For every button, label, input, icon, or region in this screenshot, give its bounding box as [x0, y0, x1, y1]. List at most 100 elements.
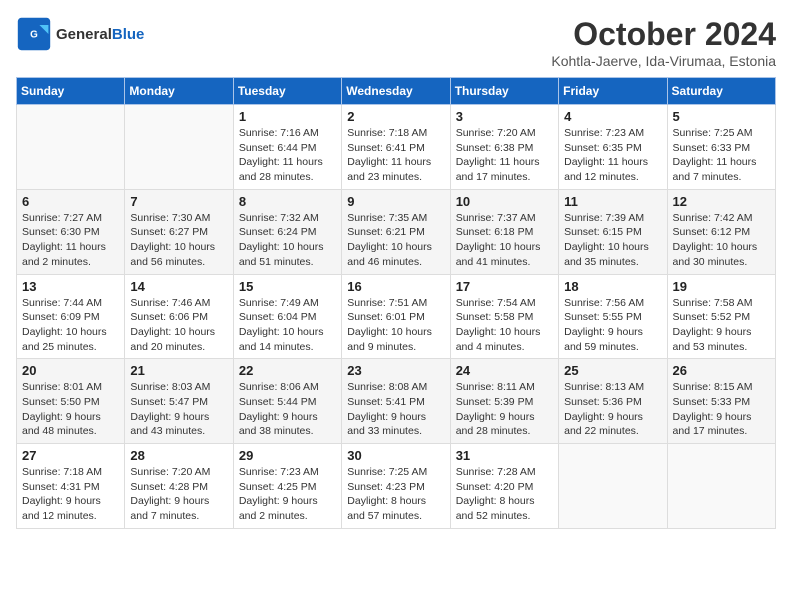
calendar-cell: 14 Sunrise: 7:46 AM Sunset: 6:06 PM Dayli… [125, 274, 233, 359]
calendar-cell: 12 Sunrise: 7:42 AM Sunset: 6:12 PM Dayli… [667, 189, 775, 274]
day-info: Sunrise: 7:20 AM Sunset: 6:38 PM Dayligh… [456, 126, 553, 185]
day-number: 7 [130, 194, 227, 209]
day-number: 11 [564, 194, 661, 209]
weekday-header: Wednesday [342, 78, 450, 105]
day-info: Sunrise: 7:25 AM Sunset: 4:23 PM Dayligh… [347, 465, 444, 524]
calendar-cell: 20 Sunrise: 8:01 AM Sunset: 5:50 PM Dayli… [17, 359, 125, 444]
calendar-cell: 6Sunrise: 7:27 AM Sunset: 6:30 PM Daylig… [17, 189, 125, 274]
day-info: Sunrise: 7:16 AM Sunset: 6:44 PM Dayligh… [239, 126, 336, 185]
calendar-cell: 26 Sunrise: 8:15 AM Sunset: 5:33 PM Dayli… [667, 359, 775, 444]
calendar-cell: 13Sunrise: 7:44 AM Sunset: 6:09 PM Dayli… [17, 274, 125, 359]
calendar-week-row: 1 Sunrise: 7:16 AM Sunset: 6:44 PM Daylig… [17, 105, 776, 190]
day-info: Sunrise: 7:32 AM Sunset: 6:24 PM Dayligh… [239, 211, 336, 270]
day-info: Sunrise: 7:25 AM Sunset: 6:33 PM Dayligh… [673, 126, 770, 185]
calendar-cell: 4 Sunrise: 7:23 AM Sunset: 6:35 PM Daylig… [559, 105, 667, 190]
day-info: Sunrise: 7:18 AM Sunset: 4:31 PM Dayligh… [22, 465, 119, 524]
calendar-week-row: 27Sunrise: 7:18 AM Sunset: 4:31 PM Dayli… [17, 444, 776, 529]
day-info: Sunrise: 7:56 AM Sunset: 5:55 PM Dayligh… [564, 296, 661, 355]
day-info: Sunrise: 7:30 AM Sunset: 6:27 PM Dayligh… [130, 211, 227, 270]
day-number: 1 [239, 109, 336, 124]
day-number: 29 [239, 448, 336, 463]
calendar-cell: 3 Sunrise: 7:20 AM Sunset: 6:38 PM Daylig… [450, 105, 558, 190]
day-info: Sunrise: 7:51 AM Sunset: 6:01 PM Dayligh… [347, 296, 444, 355]
calendar-cell [17, 105, 125, 190]
day-number: 9 [347, 194, 444, 209]
calendar-cell [559, 444, 667, 529]
day-number: 16 [347, 279, 444, 294]
title-block: October 2024 Kohtla-Jaerve, Ida-Virumaa,… [551, 16, 776, 69]
day-number: 23 [347, 363, 444, 378]
page-header: G GeneralBlue October 2024 Kohtla-Jaerve… [16, 16, 776, 69]
calendar-cell: 21Sunrise: 8:03 AM Sunset: 5:47 PM Dayli… [125, 359, 233, 444]
day-info: Sunrise: 8:13 AM Sunset: 5:36 PM Dayligh… [564, 380, 661, 439]
calendar-cell: 9 Sunrise: 7:35 AM Sunset: 6:21 PM Daylig… [342, 189, 450, 274]
day-number: 25 [564, 363, 661, 378]
day-number: 26 [673, 363, 770, 378]
calendar-cell: 15 Sunrise: 7:49 AM Sunset: 6:04 PM Dayli… [233, 274, 341, 359]
day-info: Sunrise: 7:46 AM Sunset: 6:06 PM Dayligh… [130, 296, 227, 355]
weekday-header-row: SundayMondayTuesdayWednesdayThursdayFrid… [17, 78, 776, 105]
day-number: 24 [456, 363, 553, 378]
calendar-cell: 10Sunrise: 7:37 AM Sunset: 6:18 PM Dayli… [450, 189, 558, 274]
day-number: 15 [239, 279, 336, 294]
day-number: 5 [673, 109, 770, 124]
day-info: Sunrise: 8:08 AM Sunset: 5:41 PM Dayligh… [347, 380, 444, 439]
calendar-week-row: 20 Sunrise: 8:01 AM Sunset: 5:50 PM Dayli… [17, 359, 776, 444]
day-info: Sunrise: 7:28 AM Sunset: 4:20 PM Dayligh… [456, 465, 553, 524]
day-number: 10 [456, 194, 553, 209]
day-number: 21 [130, 363, 227, 378]
day-number: 19 [673, 279, 770, 294]
day-info: Sunrise: 7:49 AM Sunset: 6:04 PM Dayligh… [239, 296, 336, 355]
day-info: Sunrise: 7:27 AM Sunset: 6:30 PM Dayligh… [22, 211, 119, 270]
logo-text: GeneralBlue [56, 26, 144, 43]
day-info: Sunrise: 7:42 AM Sunset: 6:12 PM Dayligh… [673, 211, 770, 270]
day-number: 4 [564, 109, 661, 124]
day-number: 18 [564, 279, 661, 294]
day-info: Sunrise: 7:54 AM Sunset: 5:58 PM Dayligh… [456, 296, 553, 355]
calendar-cell: 24 Sunrise: 8:11 AM Sunset: 5:39 PM Dayli… [450, 359, 558, 444]
calendar-cell: 16 Sunrise: 7:51 AM Sunset: 6:01 PM Dayli… [342, 274, 450, 359]
weekday-header: Sunday [17, 78, 125, 105]
calendar-cell: 23 Sunrise: 8:08 AM Sunset: 5:41 PM Dayli… [342, 359, 450, 444]
day-info: Sunrise: 7:39 AM Sunset: 6:15 PM Dayligh… [564, 211, 661, 270]
calendar-cell: 11 Sunrise: 7:39 AM Sunset: 6:15 PM Dayli… [559, 189, 667, 274]
location: Kohtla-Jaerve, Ida-Virumaa, Estonia [551, 53, 776, 69]
weekday-header: Saturday [667, 78, 775, 105]
logo-icon: G [16, 16, 52, 52]
month-title: October 2024 [551, 16, 776, 53]
calendar-cell: 29Sunrise: 7:23 AM Sunset: 4:25 PM Dayli… [233, 444, 341, 529]
logo: G GeneralBlue [16, 16, 144, 52]
day-info: Sunrise: 7:58 AM Sunset: 5:52 PM Dayligh… [673, 296, 770, 355]
calendar-cell: 5 Sunrise: 7:25 AM Sunset: 6:33 PM Daylig… [667, 105, 775, 190]
weekday-header: Monday [125, 78, 233, 105]
day-number: 13 [22, 279, 119, 294]
day-number: 22 [239, 363, 336, 378]
calendar-cell: 28 Sunrise: 7:20 AM Sunset: 4:28 PM Dayli… [125, 444, 233, 529]
day-number: 14 [130, 279, 227, 294]
day-info: Sunrise: 8:01 AM Sunset: 5:50 PM Dayligh… [22, 380, 119, 439]
day-number: 12 [673, 194, 770, 209]
calendar-cell [125, 105, 233, 190]
calendar-cell: 7 Sunrise: 7:30 AM Sunset: 6:27 PM Daylig… [125, 189, 233, 274]
day-number: 20 [22, 363, 119, 378]
calendar-cell: 8Sunrise: 7:32 AM Sunset: 6:24 PM Daylig… [233, 189, 341, 274]
day-info: Sunrise: 8:11 AM Sunset: 5:39 PM Dayligh… [456, 380, 553, 439]
calendar-cell: 22 Sunrise: 8:06 AM Sunset: 5:44 PM Dayli… [233, 359, 341, 444]
day-number: 30 [347, 448, 444, 463]
day-number: 3 [456, 109, 553, 124]
day-number: 28 [130, 448, 227, 463]
day-number: 31 [456, 448, 553, 463]
calendar-week-row: 6Sunrise: 7:27 AM Sunset: 6:30 PM Daylig… [17, 189, 776, 274]
day-info: Sunrise: 8:06 AM Sunset: 5:44 PM Dayligh… [239, 380, 336, 439]
day-info: Sunrise: 7:20 AM Sunset: 4:28 PM Dayligh… [130, 465, 227, 524]
calendar-cell: 19 Sunrise: 7:58 AM Sunset: 5:52 PM Dayli… [667, 274, 775, 359]
calendar-week-row: 13Sunrise: 7:44 AM Sunset: 6:09 PM Dayli… [17, 274, 776, 359]
calendar-cell: 2Sunrise: 7:18 AM Sunset: 6:41 PM Daylig… [342, 105, 450, 190]
day-info: Sunrise: 7:23 AM Sunset: 6:35 PM Dayligh… [564, 126, 661, 185]
day-number: 17 [456, 279, 553, 294]
day-info: Sunrise: 8:15 AM Sunset: 5:33 PM Dayligh… [673, 380, 770, 439]
weekday-header: Thursday [450, 78, 558, 105]
day-number: 2 [347, 109, 444, 124]
weekday-header: Tuesday [233, 78, 341, 105]
day-info: Sunrise: 7:35 AM Sunset: 6:21 PM Dayligh… [347, 211, 444, 270]
